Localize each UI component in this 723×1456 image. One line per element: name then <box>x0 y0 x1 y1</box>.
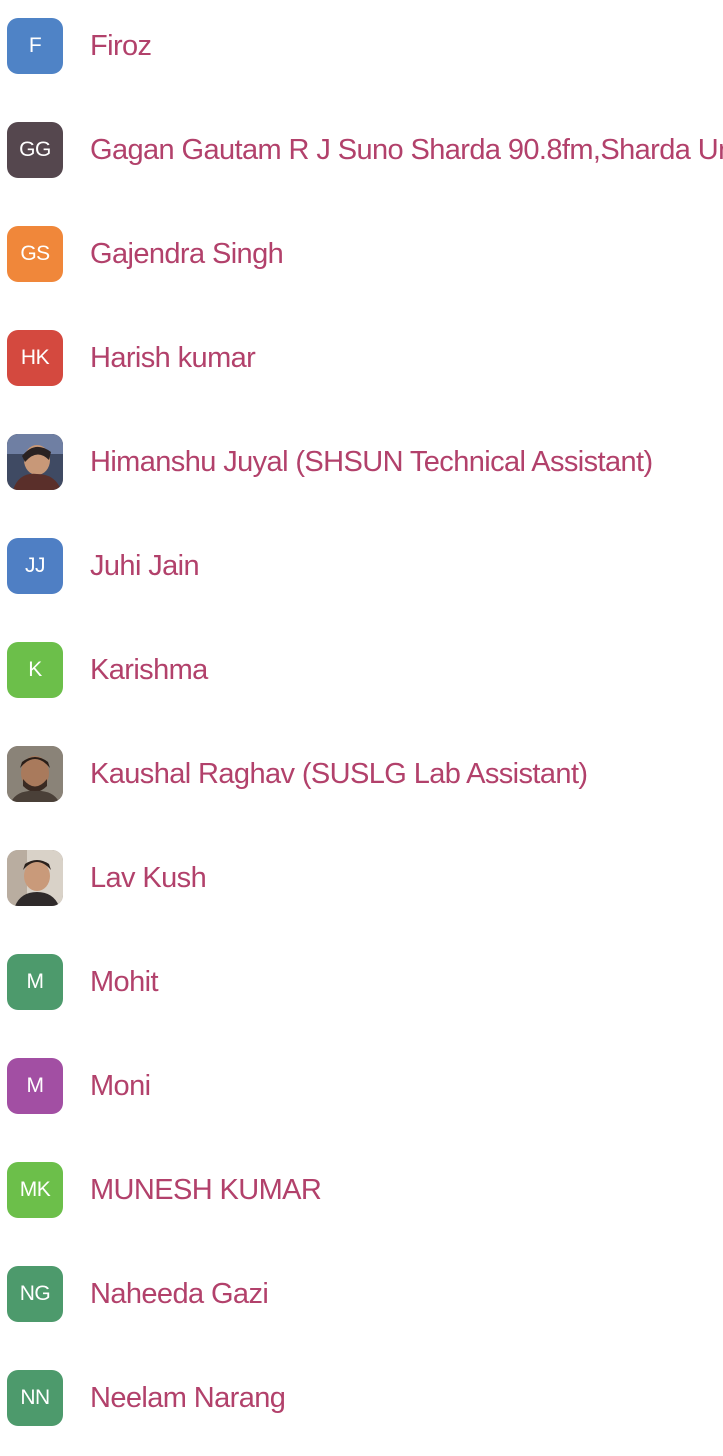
participant-name: Kaushal Raghav (SUSLG Lab Assistant) <box>90 758 588 790</box>
avatar: NN <box>7 1370 63 1426</box>
participant-name: Moni <box>90 1070 151 1102</box>
participant-name: Gagan Gautam R J Suno Sharda 90.8fm,Shar… <box>90 134 723 166</box>
participant-row-karishma[interactable]: K Karishma <box>0 624 723 728</box>
participant-row-gajendra-singh[interactable]: GS Gajendra Singh <box>0 208 723 312</box>
participant-name: Firoz <box>90 30 152 62</box>
participant-name: Juhi Jain <box>90 550 200 582</box>
avatar: NG <box>7 1266 63 1322</box>
avatar: MK <box>7 1162 63 1218</box>
participant-name: Karishma <box>90 654 208 686</box>
participant-row-gagan-gautam[interactable]: GG Gagan Gautam R J Suno Sharda 90.8fm,S… <box>0 104 723 208</box>
participant-row-lav-kush[interactable]: Lav Kush <box>0 832 723 936</box>
participant-row-firoz[interactable]: F Firoz <box>0 0 723 104</box>
participant-row-kaushal-raghav[interactable]: Kaushal Raghav (SUSLG Lab Assistant) <box>0 728 723 832</box>
participant-name: Naheeda Gazi <box>90 1278 269 1310</box>
participant-row-mohit[interactable]: M Mohit <box>0 936 723 1040</box>
avatar: GG <box>7 122 63 178</box>
participant-name: MUNESH KUMAR <box>90 1174 322 1206</box>
avatar: F <box>7 18 63 74</box>
participant-row-munesh-kumar[interactable]: MK MUNESH KUMAR <box>0 1144 723 1248</box>
participant-row-naheeda-gazi[interactable]: NG Naheeda Gazi <box>0 1248 723 1352</box>
avatar-photo <box>7 850 63 906</box>
avatar: K <box>7 642 63 698</box>
avatar: M <box>7 1058 63 1114</box>
profile-photo-icon <box>7 434 63 490</box>
participant-name: Neelam Narang <box>90 1382 286 1414</box>
participant-row-neelam-narang[interactable]: NN Neelam Narang <box>0 1352 723 1456</box>
avatar: M <box>7 954 63 1010</box>
participant-row-harish-kumar[interactable]: HK Harish kumar <box>0 312 723 416</box>
avatar: HK <box>7 330 63 386</box>
participant-name: Himanshu Juyal (SHSUN Technical Assistan… <box>90 446 653 478</box>
profile-photo-icon <box>7 850 63 906</box>
avatar: JJ <box>7 538 63 594</box>
participant-name: Harish kumar <box>90 342 256 374</box>
avatar-photo <box>7 434 63 490</box>
participant-row-himanshu-juyal[interactable]: Himanshu Juyal (SHSUN Technical Assistan… <box>0 416 723 520</box>
participant-name: Lav Kush <box>90 862 207 894</box>
participant-row-juhi-jain[interactable]: JJ Juhi Jain <box>0 520 723 624</box>
participant-name: Gajendra Singh <box>90 238 284 270</box>
avatar-photo <box>7 746 63 802</box>
participant-name: Mohit <box>90 966 159 998</box>
profile-photo-icon <box>7 746 63 802</box>
participant-row-moni[interactable]: M Moni <box>0 1040 723 1144</box>
avatar: GS <box>7 226 63 282</box>
